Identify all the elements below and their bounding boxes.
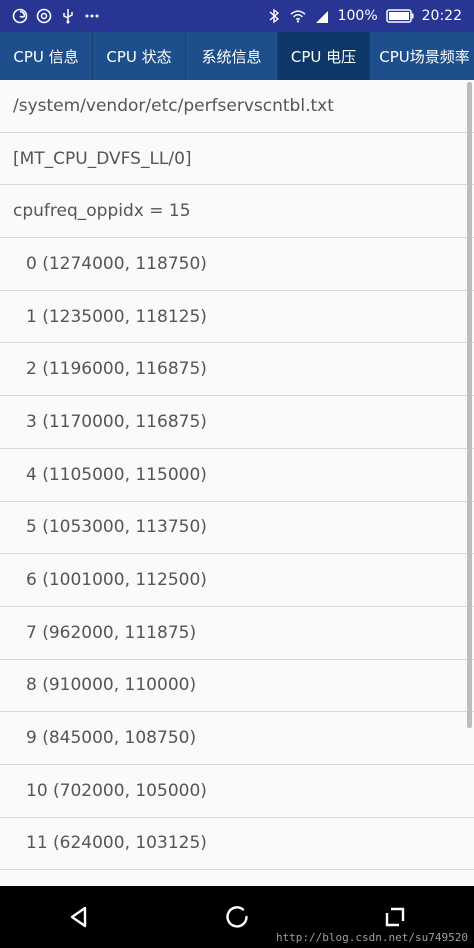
tab-cpu-info[interactable]: CPU 信息 [0, 32, 93, 80]
home-button[interactable] [213, 893, 261, 941]
list-item[interactable]: 11 (624000, 103125) [0, 818, 474, 871]
voltage-list[interactable]: /system/vendor/etc/perfservscntbl.txt [M… [0, 80, 474, 886]
more-dots-icon [84, 8, 100, 24]
chat-notification-icon [36, 8, 52, 24]
status-left-icons [12, 8, 100, 24]
list-item[interactable]: 6 (1001000, 112500) [0, 554, 474, 607]
battery-icon [385, 8, 414, 24]
battery-percent: 100% [337, 8, 378, 24]
signal-icon [314, 8, 330, 24]
list-item[interactable]: 2 (1196000, 116875) [0, 343, 474, 397]
list-item[interactable]: 8 (910000, 110000) [0, 660, 474, 713]
list-item[interactable]: 4 (1105000, 115000) [0, 449, 474, 502]
list-item[interactable]: 7 (962000, 111875) [0, 607, 474, 660]
tab-cpu-scene-frequency[interactable]: CPU场景频率 [370, 32, 474, 80]
wifi-icon [290, 8, 306, 24]
bluetooth-icon [266, 8, 282, 24]
tab-cpu-voltage[interactable]: CPU 电压 [278, 32, 370, 80]
list-item[interactable]: 3 (1170000, 116875) [0, 396, 474, 449]
scrollbar[interactable] [467, 82, 472, 728]
tab-cpu-status[interactable]: CPU 状态 [93, 32, 186, 80]
back-button[interactable] [55, 893, 103, 941]
tab-system-info[interactable]: 系统信息 [186, 32, 278, 80]
navigation-bar: http://blog.csdn.net/su749520 [0, 886, 474, 948]
list-item[interactable]: 9 (845000, 108750) [0, 712, 474, 765]
list-item[interactable]: 10 (702000, 105000) [0, 765, 474, 818]
list-item[interactable]: 1 (1235000, 118125) [0, 291, 474, 344]
recents-square-icon [385, 907, 405, 927]
list-item-file-path[interactable]: /system/vendor/etc/perfservscntbl.txt [0, 80, 474, 133]
app-notification-icon [12, 8, 28, 24]
status-right-icons: 100% 20:22 [266, 8, 462, 24]
list-item[interactable]: 0 (1274000, 118750) [0, 238, 474, 291]
watermark: http://blog.csdn.net/su749520 [275, 931, 468, 944]
back-triangle-icon [70, 906, 87, 928]
home-circle-icon [226, 906, 248, 928]
list-item[interactable]: 5 (1053000, 113750) [0, 502, 474, 555]
clock: 20:22 [421, 8, 462, 24]
usb-icon [60, 8, 76, 24]
list-item-section[interactable]: [MT_CPU_DVFS_LL/0] [0, 133, 474, 186]
status-bar: 100% 20:22 [0, 0, 474, 32]
tab-bar: CPU 信息 CPU 状态 系统信息 CPU 电压 CPU场景频率 [0, 32, 474, 80]
list-item-oppidx[interactable]: cpufreq_oppidx = 15 [0, 185, 474, 239]
